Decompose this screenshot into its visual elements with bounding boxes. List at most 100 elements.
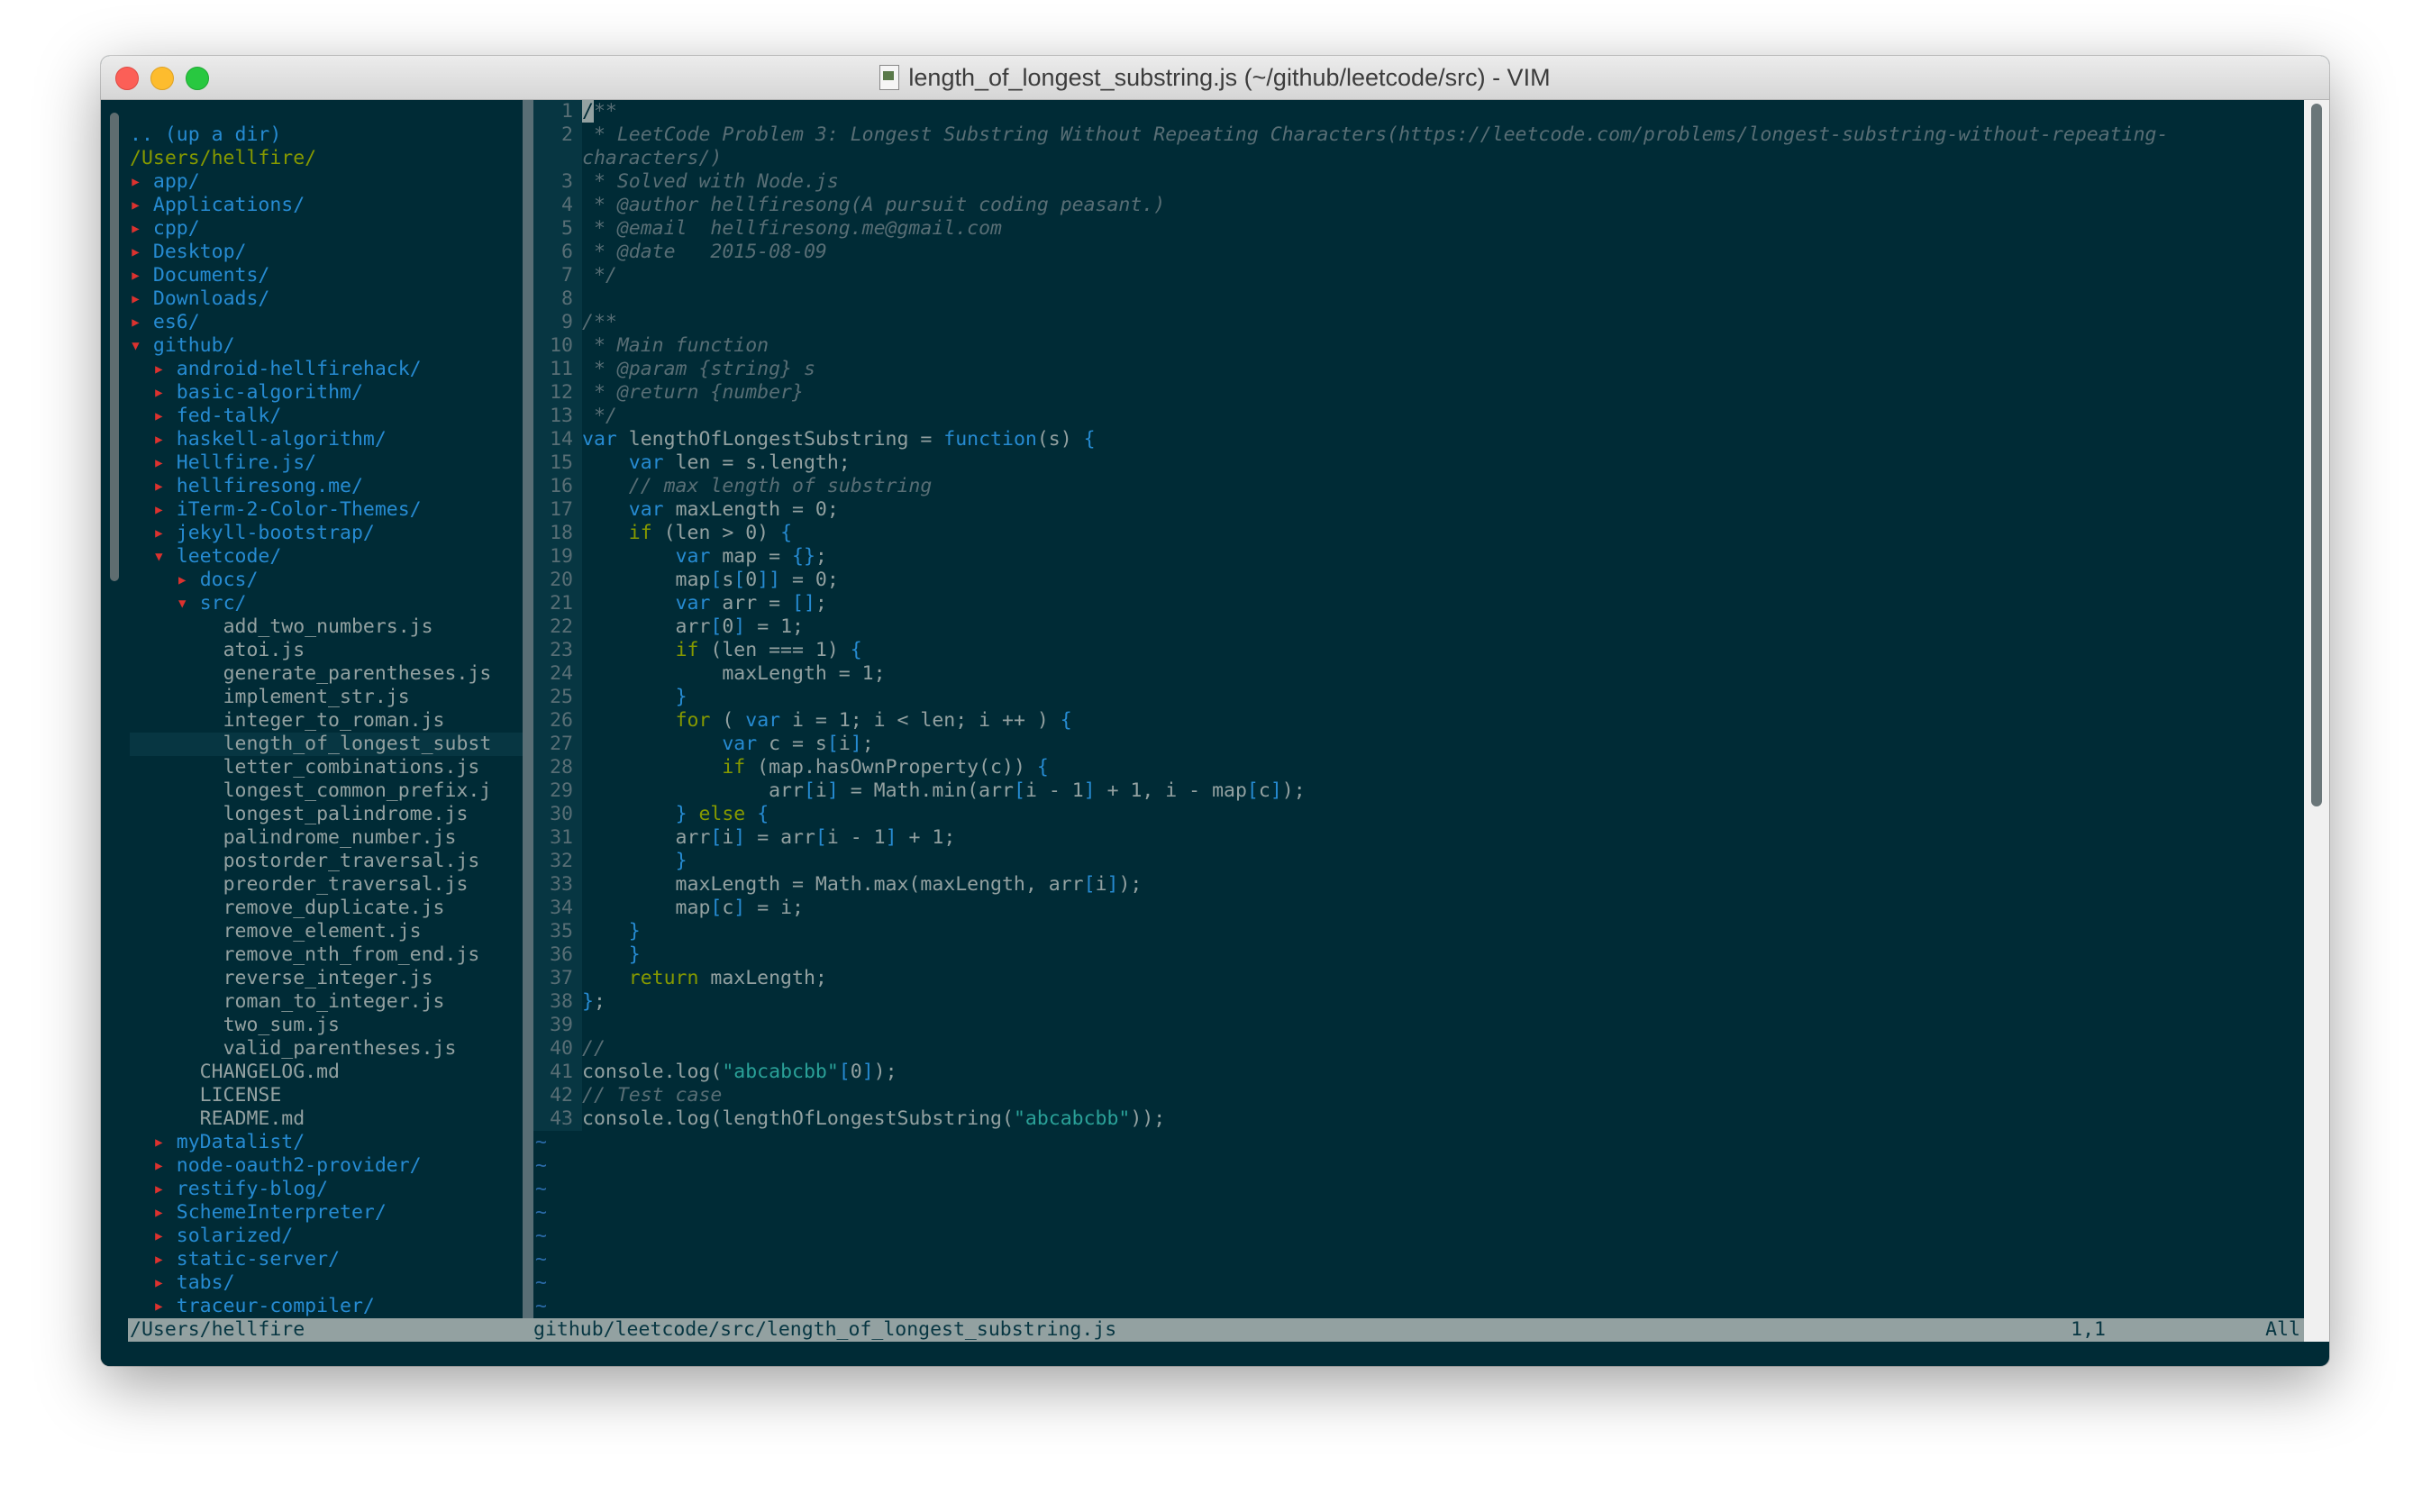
code-line[interactable]: 20 map[s[0]] = 0;: [533, 569, 2304, 592]
collapsed-arrow-icon[interactable]: ▸: [153, 498, 165, 522]
tree-directory[interactable]: ▸ node-oauth2-provider/: [130, 1154, 523, 1178]
tree-file[interactable]: longest_common_prefix.j: [130, 779, 523, 803]
collapsed-arrow-icon[interactable]: ▸: [153, 1178, 165, 1201]
tree-directory[interactable]: ▸ Applications/: [130, 194, 523, 217]
code-line[interactable]: 5 * @email hellfiresong.me@gmail.com: [533, 217, 2304, 241]
tree-directory[interactable]: ▸ jekyll-bootstrap/: [130, 522, 523, 545]
tree-file[interactable]: integer_to_roman.js: [130, 709, 523, 733]
collapsed-arrow-icon[interactable]: ▸: [153, 475, 165, 498]
collapsed-arrow-icon[interactable]: ▸: [153, 1201, 165, 1225]
code-line[interactable]: 15 var len = s.length;: [533, 451, 2304, 475]
code-line[interactable]: 42// Test case: [533, 1084, 2304, 1107]
tree-directory[interactable]: ▸ static-server/: [130, 1248, 523, 1271]
code-line[interactable]: 12 * @return {number}: [533, 381, 2304, 405]
tree-root[interactable]: /Users/hellfire/: [130, 147, 523, 170]
code-line[interactable]: 34 map[c] = i;: [533, 897, 2304, 920]
tree-directory[interactable]: ▸ traceur-compiler/: [130, 1295, 523, 1318]
code-line[interactable]: 14 var lengthOfLongestSubstring = functio…: [533, 428, 2304, 451]
code-line[interactable]: 7 */: [533, 264, 2304, 287]
tree-directory[interactable]: ▸ fed-talk/: [130, 405, 523, 428]
tree-file[interactable]: generate_parentheses.js: [130, 662, 523, 686]
expanded-arrow-icon[interactable]: ▾: [177, 592, 188, 615]
tree-directory[interactable]: ▸ hellfiresong.me/: [130, 475, 523, 498]
code-line[interactable]: 13 */: [533, 405, 2304, 428]
collapsed-arrow-icon[interactable]: ▸: [153, 428, 165, 451]
code-line[interactable]: 23 if (len === 1) {: [533, 639, 2304, 662]
tree-file[interactable]: remove_element.js: [130, 920, 523, 943]
collapsed-arrow-icon[interactable]: ▸: [153, 405, 165, 428]
tree-file[interactable]: CHANGELOG.md: [130, 1061, 523, 1084]
tree-file[interactable]: two_sum.js: [130, 1014, 523, 1037]
code-line[interactable]: 32 }: [533, 850, 2304, 873]
tree-directory[interactable]: ▾ leetcode/: [130, 545, 523, 569]
code-line[interactable]: 28 if (map.hasOwnProperty(c)) {: [533, 756, 2304, 779]
collapsed-arrow-icon[interactable]: ▸: [130, 287, 141, 311]
code-line[interactable]: 38};: [533, 990, 2304, 1014]
code-line[interactable]: 41 console.log("abcabcbb"[0]);: [533, 1061, 2304, 1084]
editor-scrollbar[interactable]: [2311, 104, 2322, 806]
collapsed-arrow-icon[interactable]: ▸: [130, 194, 141, 217]
code-line[interactable]: characters/): [533, 147, 2304, 170]
tree-directory[interactable]: ▾ github/: [130, 334, 523, 358]
collapsed-arrow-icon[interactable]: ▸: [153, 522, 165, 545]
code-line[interactable]: 10 * Main function: [533, 334, 2304, 358]
collapsed-arrow-icon[interactable]: ▸: [153, 358, 165, 381]
code-line[interactable]: 25 }: [533, 686, 2304, 709]
tree-file[interactable]: valid_parentheses.js: [130, 1037, 523, 1061]
tree-file[interactable]: remove_duplicate.js: [130, 897, 523, 920]
tree-directory[interactable]: ▸ Desktop/: [130, 241, 523, 264]
expanded-arrow-icon[interactable]: ▾: [153, 545, 165, 569]
code-line[interactable]: 39: [533, 1014, 2304, 1037]
code-line[interactable]: 11 * @param {string} s: [533, 358, 2304, 381]
tree-file[interactable]: roman_to_integer.js: [130, 990, 523, 1014]
tree-directory[interactable]: ▸ haskell-algorithm/: [130, 428, 523, 451]
collapsed-arrow-icon[interactable]: ▸: [153, 1271, 165, 1295]
code-line[interactable]: 29 arr[i] = Math.min(arr[i - 1] + 1, i -…: [533, 779, 2304, 803]
code-line[interactable]: 22 arr[0] = 1;: [533, 615, 2304, 639]
code-line[interactable]: 19 var map = {};: [533, 545, 2304, 569]
code-line[interactable]: 3 * Solved with Node.js: [533, 170, 2304, 194]
collapsed-arrow-icon[interactable]: ▸: [153, 1131, 165, 1154]
tree-directory[interactable]: ▸ android-hellfirehack/: [130, 358, 523, 381]
tree-file[interactable]: reverse_integer.js: [130, 967, 523, 990]
expanded-arrow-icon[interactable]: ▾: [130, 334, 141, 358]
tree-file[interactable]: length_of_longest_subst: [130, 733, 523, 756]
collapsed-arrow-icon[interactable]: ▸: [153, 381, 165, 405]
collapsed-arrow-icon[interactable]: ▸: [153, 451, 165, 475]
tree-directory[interactable]: ▸ Documents/: [130, 264, 523, 287]
tree-directory[interactable]: ▸ solarized/: [130, 1225, 523, 1248]
code-line[interactable]: 8: [533, 287, 2304, 311]
code-line[interactable]: 18 if (len > 0) {: [533, 522, 2304, 545]
collapsed-arrow-icon[interactable]: ▸: [153, 1225, 165, 1248]
code-line[interactable]: 17 var maxLength = 0;: [533, 498, 2304, 522]
tree-directory[interactable]: ▾ src/: [130, 592, 523, 615]
code-line[interactable]: 35 }: [533, 920, 2304, 943]
tree-file[interactable]: atoi.js: [130, 639, 523, 662]
code-line[interactable]: 26 for ( var i = 1; i < len; i ++ ) {: [533, 709, 2304, 733]
code-line[interactable]: 24 maxLength = 1;: [533, 662, 2304, 686]
tree-file[interactable]: remove_nth_from_end.js: [130, 943, 523, 967]
collapsed-arrow-icon[interactable]: ▸: [177, 569, 188, 592]
tree-file[interactable]: add_two_numbers.js: [130, 615, 523, 639]
collapsed-arrow-icon[interactable]: ▸: [130, 170, 141, 194]
tree-directory[interactable]: ▸ restify-blog/: [130, 1178, 523, 1201]
tree-directory[interactable]: ▸ app/: [130, 170, 523, 194]
code-line[interactable]: 6 * @date 2015-08-09: [533, 241, 2304, 264]
tree-directory[interactable]: ▸ SchemeInterpreter/: [130, 1201, 523, 1225]
tree-directory[interactable]: ▸ es6/: [130, 311, 523, 334]
tree-file[interactable]: longest_palindrome.js: [130, 803, 523, 826]
collapsed-arrow-icon[interactable]: ▸: [130, 264, 141, 287]
code-line[interactable]: 4 * @author hellfiresong(A pursuit codin…: [533, 194, 2304, 217]
code-line[interactable]: 36 }: [533, 943, 2304, 967]
collapsed-arrow-icon[interactable]: ▸: [153, 1295, 165, 1318]
code-line[interactable]: 30 } else {: [533, 803, 2304, 826]
tree-scrollbar[interactable]: [110, 113, 119, 581]
tree-directory[interactable]: ▸ iTerm-2-Color-Themes/: [130, 498, 523, 522]
collapsed-arrow-icon[interactable]: ▸: [130, 217, 141, 241]
code-editor[interactable]: 1/** 2 * LeetCode Problem 3: Longest Subs…: [533, 100, 2304, 1318]
code-line[interactable]: 2 * LeetCode Problem 3: Longest Substrin…: [533, 123, 2304, 147]
code-line[interactable]: 21 var arr = [];: [533, 592, 2304, 615]
tree-file[interactable]: LICENSE: [130, 1084, 523, 1107]
code-line[interactable]: 16 // max length of substring: [533, 475, 2304, 498]
nerdtree-panel[interactable]: .. (up a dir)/Users/hellfire/▸ app/▸ App…: [130, 123, 523, 1334]
